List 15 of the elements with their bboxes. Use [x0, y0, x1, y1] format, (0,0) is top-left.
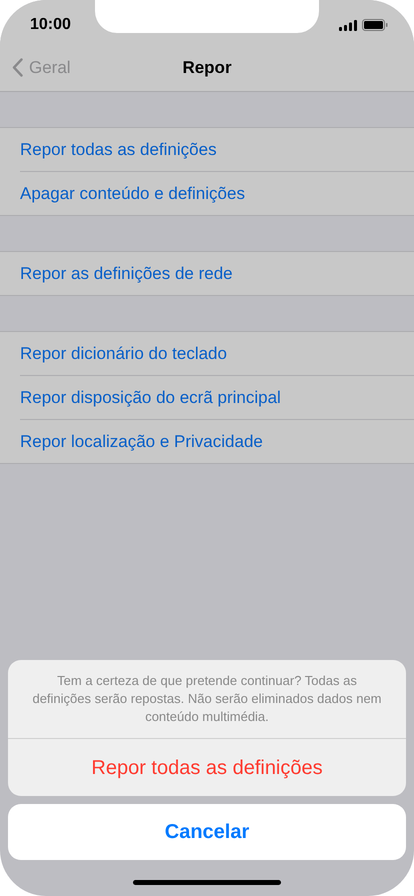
settings-row[interactable]: Repor todas as definições: [20, 128, 414, 172]
settings-row[interactable]: Repor localização e Privacidade: [0, 420, 414, 463]
cancel-button[interactable]: Cancelar: [8, 804, 406, 860]
signal-icon: [339, 20, 357, 30]
settings-row[interactable]: Apagar conteúdo e definições: [0, 172, 414, 215]
settings-row[interactable]: Repor disposição do ecrã principal: [20, 376, 414, 420]
reset-button[interactable]: Repor todas as definições: [8, 739, 406, 796]
settings-row[interactable]: Repor as definições de rede: [0, 252, 414, 295]
chevron-left-icon: [12, 58, 23, 77]
back-button[interactable]: Geral: [12, 54, 71, 80]
settings-row[interactable]: Repor dicionário do teclado: [20, 332, 414, 376]
nav-title: Repor: [182, 56, 232, 79]
battery-icon: [362, 19, 388, 31]
alert-message: Tem a certeza de que pretende continuar? Todas as definições serão repostas. Não serão eliminados dados nem conteúdo multimédia.: [8, 660, 406, 739]
status-time: 10:00: [30, 15, 71, 35]
